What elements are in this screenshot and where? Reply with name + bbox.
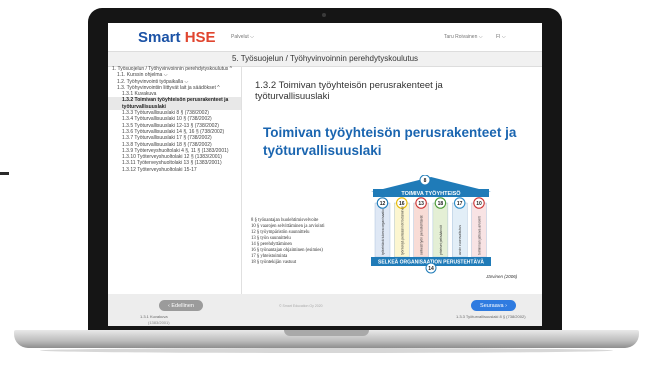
course-title: 5. Työsuojelun / Työhyvinvoinnin perehdy… xyxy=(231,54,419,63)
language-menu[interactable]: FI ⌵ xyxy=(496,34,506,40)
work-community-diagram: 8 TOIMIVA TYÖYHTEISÖ 12 työtehtävä tukeva… xyxy=(371,175,491,274)
diagram-column-label: avoin vuorovaikutus xyxy=(458,225,462,255)
camera-icon xyxy=(322,13,326,17)
law-list: 8 § työnantajan huolehtimisvelvoite 10 § … xyxy=(251,218,371,266)
diagram-top-number: 8 xyxy=(424,178,427,184)
previous-lesson-sublabel: (1383/2001) xyxy=(148,320,170,325)
lesson-footer: ‹ Edellinen 1.3.1 Kuvakuva (1383/2001) ©… xyxy=(108,294,542,326)
diagram-column-label: työntekijä pelisäännöt tietäminen xyxy=(400,206,404,255)
diagram-column-number: 17 xyxy=(457,201,463,207)
diagram-column-label: yhteiset pelisäännöt xyxy=(439,225,443,255)
sidebar-item[interactable]: 1.3.11 Työterveyshuoltolaki 13 § (1383/2… xyxy=(108,160,241,166)
user-menu[interactable]: Taru Roivainen ⌵ xyxy=(444,34,483,40)
next-lesson-label: 1.3.3 Työturvallisuuslaki 8 § (738/2002) xyxy=(456,314,526,319)
slide-title: Toimivan työyhteisön perusrakenteet ja t… xyxy=(263,125,517,158)
previous-lesson-label: 1.3.1 Kuvakuva xyxy=(140,314,168,319)
diagram-column-number: 10 xyxy=(476,201,482,207)
diagram-roof-label: TOIMIVA TYÖYHTEISÖ xyxy=(401,190,461,197)
sidebar-item[interactable]: 1.3.2 Toimivan työyhteisön perusrakentee… xyxy=(108,97,241,111)
diagram-column-number: 12 xyxy=(380,201,386,207)
course-navigation: 1. Työsuojelun / Työhyvinvoinnin perehdy… xyxy=(108,66,242,294)
sidebar-item[interactable]: 1.3.12 Työterveyshuoltolaki 15-17 xyxy=(108,167,241,173)
slide: Toimivan työyhteisön perusrakenteet ja t… xyxy=(246,121,542,321)
laptop-notch xyxy=(284,330,369,336)
stray-bar xyxy=(0,172,9,175)
law-item: 18 § työntekijän vastuut xyxy=(251,260,297,265)
app-header: Smart HSE Palvelut ⌵ Taru Roivainen ⌵ FI… xyxy=(108,23,542,51)
laptop-bezel: Smart HSE Palvelut ⌵ Taru Roivainen ⌵ FI… xyxy=(88,8,562,330)
diagram-column-label: toiminnan jatkuva arviointi xyxy=(478,216,482,255)
diagram-column-label: työtehtävä tukeva organisaatio xyxy=(381,209,385,255)
diagram-base-number: 14 xyxy=(428,266,434,272)
diagram-source: Järvinen (2006) xyxy=(486,274,518,279)
lesson-title: 1.3.2 Toimivan työyhteisön perusrakentee… xyxy=(255,80,443,102)
services-menu[interactable]: Palvelut ⌵ xyxy=(231,34,254,40)
course-title-bar: 5. Työsuojelun / Työhyvinvoinnin perehdy… xyxy=(108,51,542,67)
lesson-content: 1.3.2 Toimivan työyhteisön perusrakentee… xyxy=(246,66,542,294)
diagram-column-number: 18 xyxy=(438,201,444,207)
brand-logo[interactable]: Smart HSE xyxy=(138,29,216,46)
diagram-column-label: selkeät työn perustehtävät xyxy=(420,215,424,255)
next-button[interactable]: Seuraava › xyxy=(471,300,516,311)
laptop-screen: Smart HSE Palvelut ⌵ Taru Roivainen ⌵ FI… xyxy=(108,23,542,326)
laptop-base xyxy=(14,330,639,348)
footer-copyright: © Smart Education Oy 2020 xyxy=(279,304,323,308)
diagram-column-number: 13 xyxy=(418,201,424,207)
previous-button[interactable]: ‹ Edellinen xyxy=(159,300,203,311)
laptop-shadow xyxy=(40,348,613,353)
